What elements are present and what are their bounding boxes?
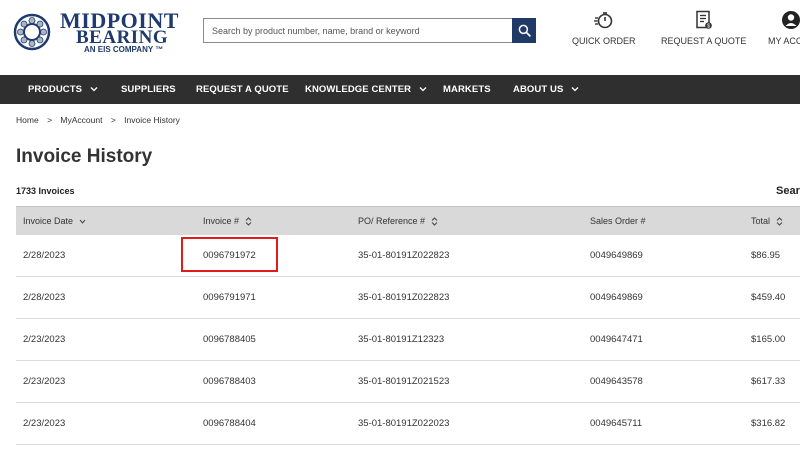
table-row[interactable]: 2/28/2023 0096791972 35-01-80191Z022823 … [16,235,800,277]
invoice-date-cell: 2/28/2023 [23,292,66,303]
sales-order-cell: 0049649869 [590,292,643,303]
request-quote-header-link[interactable]: $ REQUEST A QUOTE [661,10,746,46]
breadcrumb: Home > MyAccount > Invoice History [16,115,180,125]
po-reference-cell: 35-01-80191Z022823 [358,250,450,261]
quick-order-icon [593,12,613,29]
invoice-number-link[interactable]: 0096788405 [203,319,256,361]
column-header-label: Sales Order # [590,216,646,226]
search-bar [203,18,536,43]
nav-about-us[interactable]: ABOUT US [513,75,579,104]
chevron-down-icon [419,87,427,92]
quick-order-label: QUICK ORDER [572,36,636,46]
total-cell: $316.82 [751,418,786,429]
invoice-number-link[interactable]: 0096788403 [203,361,256,403]
column-header-po-reference[interactable]: PO/ Reference # [358,207,438,236]
sort-both-icon [245,217,252,226]
breadcrumb-current: Invoice History [124,115,180,125]
column-header-invoice-date[interactable]: Invoice Date [23,207,86,236]
invoice-date-cell: 2/23/2023 [23,334,66,345]
table-row[interactable]: 2/23/2023 0096788404 35-01-80191Z022023 … [16,403,800,445]
table-row[interactable]: 2/23/2023 0096788403 35-01-80191Z021523 … [16,361,800,403]
breadcrumb-myaccount[interactable]: MyAccount [60,115,102,125]
my-account-link[interactable]: MY ACCOUNT [768,10,800,46]
page-title: Invoice History [16,146,153,167]
invoice-number-link[interactable]: 0096788404 [203,403,256,445]
column-header-label: Invoice # [203,216,240,226]
column-header-sales-order: Sales Order # [590,207,646,236]
breadcrumb-separator: > [110,115,116,125]
nav-products[interactable]: PRODUCTS [28,75,98,104]
nav-markets[interactable]: MARKETS [443,75,491,104]
nav-about-us-label: ABOUT US [513,84,564,95]
main-nav: PRODUCTS SUPPLIERS REQUEST A QUOTE KNOWL… [0,75,800,104]
total-cell: $459.40 [751,292,786,303]
nav-markets-label: MARKETS [443,84,491,95]
nav-request-quote[interactable]: REQUEST A QUOTE [196,75,289,104]
search-icon [518,24,531,37]
chevron-down-icon [90,87,98,92]
chevron-down-icon [571,87,579,92]
invoice-date-cell: 2/23/2023 [23,418,66,429]
sales-order-cell: 0049645711 [590,418,643,429]
highlight-box [181,237,278,272]
site-header: MIDPOINT BEARING AN EIS COMPANY ™ QUICK … [0,0,800,75]
total-cell: $86.95 [751,250,781,261]
sort-descending-icon [79,219,86,224]
po-reference-cell: 35-01-80191Z022823 [358,292,450,303]
table-header-row: Invoice Date Invoice # PO/ Reference # S… [16,206,800,235]
sales-order-cell: 0049643578 [590,376,643,387]
nav-knowledge-center[interactable]: KNOWLEDGE CENTER [305,75,427,104]
total-cell: $617.33 [751,376,786,387]
table-row[interactable]: 2/28/2023 0096791971 35-01-80191Z022823 … [16,277,800,319]
table-search-label[interactable]: Search [776,185,800,197]
sales-order-cell: 0049649869 [590,250,643,261]
table-row[interactable]: 2/23/2023 0096788405 35-01-80191Z12323 0… [16,319,800,361]
column-header-label: Total [751,216,771,226]
invoice-date-cell: 2/23/2023 [23,376,66,387]
column-header-label: PO/ Reference # [358,216,426,226]
invoice-date-cell: 2/28/2023 [23,250,66,261]
nav-suppliers-label: SUPPLIERS [121,84,176,95]
column-header-label: Invoice Date [23,216,74,226]
nav-suppliers[interactable]: SUPPLIERS [121,75,176,104]
breadcrumb-separator: > [47,115,53,125]
midpoint-bearing-logo[interactable]: MIDPOINT BEARING AN EIS COMPANY ™ [12,8,178,54]
nav-knowledge-center-label: KNOWLEDGE CENTER [305,84,412,95]
quote-document-icon: $ [695,10,712,29]
invoice-number-link[interactable]: 0096791971 [203,277,256,319]
quick-order-link[interactable]: QUICK ORDER [572,10,636,46]
po-reference-cell: 35-01-80191Z12323 [358,334,445,345]
svg-text:$: $ [707,23,710,29]
sales-order-cell: 0049647471 [590,334,643,345]
sort-both-icon [431,217,438,226]
search-button[interactable] [512,18,536,43]
sort-both-icon [776,217,783,226]
column-header-invoice-number[interactable]: Invoice # [203,207,252,236]
logo-line-3: AN EIS COMPANY ™ [84,45,164,54]
nav-products-label: PRODUCTS [28,84,83,95]
po-reference-cell: 35-01-80191Z021523 [358,376,450,387]
search-input[interactable] [203,18,512,43]
breadcrumb-home[interactable]: Home [16,115,39,125]
bearing-icon [13,13,51,51]
my-account-label: MY ACCOUNT [768,36,800,46]
invoice-count: 1733 Invoices [16,186,75,196]
total-cell: $165.00 [751,334,786,345]
request-quote-header-label: REQUEST A QUOTE [661,36,747,46]
nav-request-quote-label: REQUEST A QUOTE [196,84,289,95]
po-reference-cell: 35-01-80191Z022023 [358,418,450,429]
account-icon [782,11,800,29]
column-header-total[interactable]: Total [751,207,783,236]
